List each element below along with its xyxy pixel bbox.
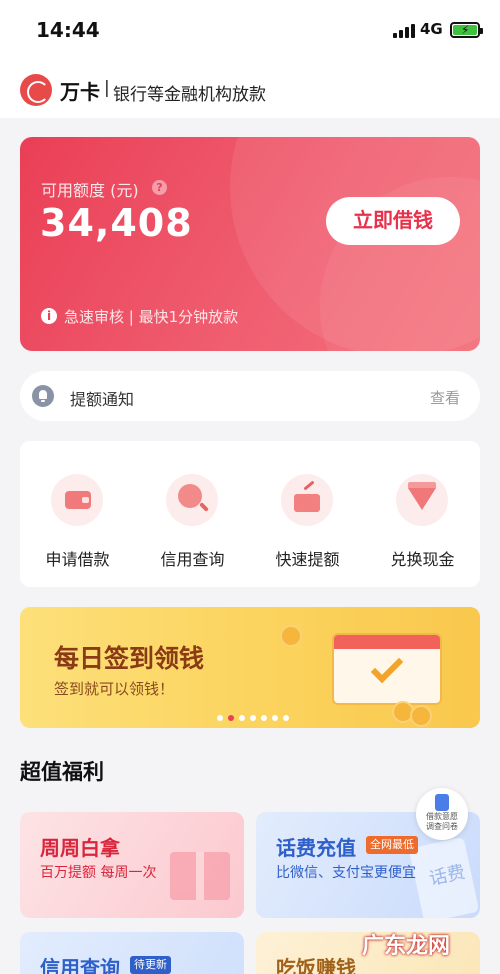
credit-quota-card: 可用额度 (元) ? 34,408 立即借钱 i 急速审核 | 最快1分钟放款 [20,137,480,351]
brand-tagline: 银行等金融机构放款 [113,85,266,105]
bell-icon [32,385,54,407]
promo-credit-query[interactable]: 信用查询 待更新 [20,932,244,974]
card-arrow-icon [294,494,320,512]
status-time: 14:44 [36,18,100,42]
carousel-dot[interactable] [261,715,267,721]
carousel-dot[interactable] [228,715,234,721]
magnifier-icon [178,484,202,508]
banner-subtitle: 签到就可以领钱！ [54,680,175,698]
limit-increase-notice[interactable]: 提额通知 查看 [20,371,480,421]
daily-checkin-banner[interactable]: 每日签到领钱 签到就可以领钱！ [20,607,480,728]
promo-subtitle: 百万提额 每周一次 [40,865,157,881]
service-label: 申请借款 [45,550,110,569]
promo-title: 周周白拿 [40,836,120,860]
service-apply-loan[interactable]: 申请借款 [20,441,135,587]
promo-title: 话费充值 [276,836,356,860]
review-speed-text: 急速审核 | 最快1分钟放款 [64,308,239,326]
battery-icon: ⚡ [450,22,483,38]
promo-weekly-free[interactable]: 周周白拿 百万提额 每周一次 [20,812,244,918]
notice-text: 提额通知 [70,390,135,409]
signal-icon [393,24,415,38]
brand-name: 万卡 [60,80,100,104]
app-header: 万卡 | 银行等金融机构放款 [0,62,500,118]
survey-float-button[interactable]: 借款意愿 调查问卷 [416,788,468,840]
service-quick-raise[interactable]: 快速提额 [250,441,365,587]
carousel-dot[interactable] [239,715,245,721]
brand-logo-icon [20,74,52,106]
service-grid: 申请借款 信用查询 快速提额 兑换现金 [20,441,480,587]
quota-label: 可用额度 (元) [41,181,139,200]
quota-amount: 34,408 [40,201,193,245]
status-bar: 14:44 4G ⚡ [0,0,500,62]
question-icon[interactable]: ? [152,180,167,195]
notice-view-link[interactable]: 查看 [430,387,460,408]
promo-subtitle: 比微信、支付宝更便宜 [276,865,416,881]
gift-icon [170,852,230,900]
brand-separator: | [104,78,110,98]
info-icon: i [41,308,57,324]
coin-icon [410,705,432,727]
network-type: 4G [420,20,443,38]
promo-title: 吃饭赚钱 [276,956,356,974]
promo-tag: 待更新 [130,956,171,974]
phone-card-icon: 话费 [408,837,480,918]
section-title: 超值福利 [20,760,104,784]
survey-line2: 调查问卷 [426,822,458,831]
diamond-icon [408,482,436,510]
promo-title: 信用查询 [40,956,120,974]
watermark: 广东龙网 [362,934,451,959]
service-exchange-cash[interactable]: 兑换现金 [365,441,480,587]
wallet-icon [65,491,91,509]
carousel-dot[interactable] [272,715,278,721]
service-label: 信用查询 [160,550,225,569]
promo-tag: 全网最低 [366,836,418,854]
clipboard-icon [435,794,449,811]
calendar-check-icon [332,633,442,705]
carousel-dot[interactable] [250,715,256,721]
service-label: 快速提额 [275,550,340,569]
borrow-now-button[interactable]: 立即借钱 [326,197,460,245]
survey-line1: 借款意愿 [426,812,458,821]
banner-title: 每日签到领钱 [54,644,205,673]
carousel-dot[interactable] [217,715,223,721]
service-label: 兑换现金 [390,550,455,569]
service-credit-query[interactable]: 信用查询 [135,441,250,587]
carousel-dot[interactable] [283,715,289,721]
coin-icon [280,625,302,647]
